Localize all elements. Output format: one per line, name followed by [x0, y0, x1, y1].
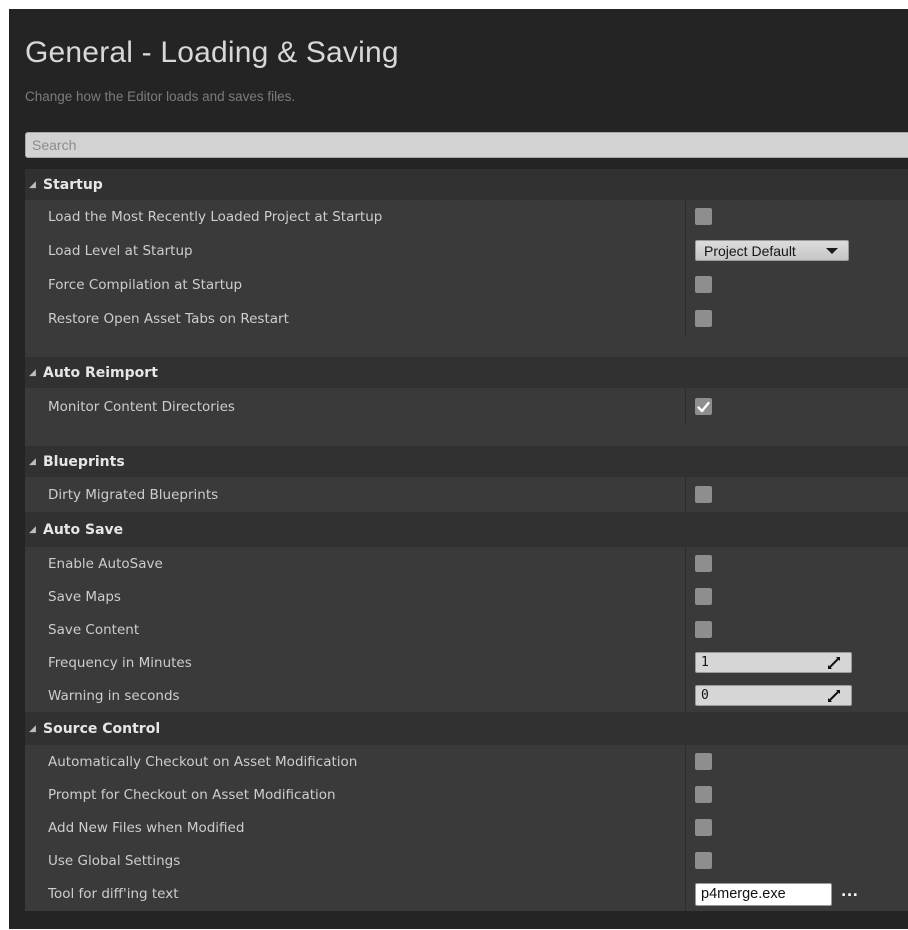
checkmark-icon [697, 401, 710, 412]
warning-spinbox[interactable]: 0 [695, 685, 852, 706]
setting-row: Frequency in Minutes 1 [25, 646, 908, 679]
setting-label: Monitor Content Directories [25, 388, 686, 425]
drag-arrows-icon[interactable] [827, 656, 841, 670]
category-source-control-header[interactable]: ◢ Source Control [25, 712, 908, 745]
setting-label: Dirty Migrated Blueprints [25, 477, 686, 512]
setting-label: Load the Most Recently Loaded Project at… [25, 200, 686, 233]
enable-autosave-checkbox[interactable] [695, 555, 712, 572]
category-title: Source Control [43, 720, 161, 737]
setting-row: Tool for diff'ing text p4merge.exe ... [25, 877, 908, 911]
category-auto-reimport-header[interactable]: ◢ Auto Reimport [25, 357, 908, 388]
category-auto-save-header[interactable]: ◢ Auto Save [25, 512, 908, 547]
setting-label: Automatically Checkout on Asset Modifica… [25, 745, 686, 778]
load-recent-project-checkbox[interactable] [695, 208, 712, 225]
page-title: General - Loading & Saving [25, 36, 399, 69]
collapse-triangle-icon: ◢ [29, 456, 36, 467]
category-footer [25, 425, 908, 446]
browse-button[interactable]: ... [841, 885, 858, 903]
auto-checkout-checkbox[interactable] [695, 753, 712, 770]
setting-label: Add New Files when Modified [25, 811, 686, 844]
load-level-dropdown[interactable]: Project Default [695, 240, 849, 261]
collapse-triangle-icon: ◢ [29, 723, 36, 734]
setting-row: Automatically Checkout on Asset Modifica… [25, 745, 908, 778]
settings-panel: ◢ Startup Load the Most Recently Loaded … [25, 169, 908, 911]
drag-arrows-icon[interactable] [827, 689, 841, 703]
save-content-checkbox[interactable] [695, 621, 712, 638]
setting-row: Restore Open Asset Tabs on Restart [25, 301, 908, 336]
category-footer [25, 336, 908, 357]
setting-row: Load Level at Startup Project Default [25, 233, 908, 268]
setting-label: Tool for diff'ing text [25, 877, 686, 911]
setting-row: Force Compilation at Startup [25, 268, 908, 301]
spinbox-value: 1 [701, 655, 709, 670]
force-compilation-checkbox[interactable] [695, 276, 712, 293]
add-new-files-checkbox[interactable] [695, 819, 712, 836]
collapse-triangle-icon: ◢ [29, 367, 36, 378]
setting-row: Add New Files when Modified [25, 811, 908, 844]
setting-label: Save Content [25, 613, 686, 646]
setting-label: Save Maps [25, 580, 686, 613]
dirty-migrated-checkbox[interactable] [695, 486, 712, 503]
diff-tool-field[interactable]: p4merge.exe [695, 882, 832, 906]
setting-label: Prompt for Checkout on Asset Modificatio… [25, 778, 686, 811]
collapse-triangle-icon: ◢ [29, 179, 36, 190]
category-title: Blueprints [43, 453, 125, 470]
setting-label: Restore Open Asset Tabs on Restart [25, 301, 686, 336]
setting-row: Dirty Migrated Blueprints [25, 477, 908, 512]
setting-row: Use Global Settings [25, 844, 908, 877]
settings-window: General - Loading & Saving Change how th… [9, 9, 908, 929]
prompt-checkout-checkbox[interactable] [695, 786, 712, 803]
setting-label: Enable AutoSave [25, 547, 686, 580]
frequency-spinbox[interactable]: 1 [695, 652, 852, 673]
save-maps-checkbox[interactable] [695, 588, 712, 605]
category-title: Auto Reimport [43, 364, 158, 381]
setting-row: Monitor Content Directories [25, 388, 908, 425]
setting-label: Frequency in Minutes [25, 646, 686, 679]
setting-label: Warning in seconds [25, 679, 686, 712]
setting-row: Enable AutoSave [25, 547, 908, 580]
dropdown-caret-icon [826, 247, 838, 254]
setting-label: Force Compilation at Startup [25, 268, 686, 301]
spinbox-value: 0 [701, 688, 709, 703]
use-global-settings-checkbox[interactable] [695, 852, 712, 869]
setting-row: Prompt for Checkout on Asset Modificatio… [25, 778, 908, 811]
collapse-triangle-icon: ◢ [29, 524, 36, 535]
search-input[interactable] [25, 132, 908, 158]
setting-row: Save Content [25, 613, 908, 646]
dropdown-value: Project Default [704, 242, 796, 259]
setting-row: Save Maps [25, 580, 908, 613]
setting-row: Load the Most Recently Loaded Project at… [25, 200, 908, 233]
category-title: Startup [43, 176, 103, 193]
setting-label: Use Global Settings [25, 844, 686, 877]
category-blueprints-header[interactable]: ◢ Blueprints [25, 446, 908, 477]
page-subtitle: Change how the Editor loads and saves fi… [25, 89, 296, 104]
category-title: Auto Save [43, 521, 124, 538]
setting-row: Warning in seconds 0 [25, 679, 908, 712]
monitor-content-checkbox[interactable] [695, 398, 712, 415]
restore-tabs-checkbox[interactable] [695, 310, 712, 327]
category-startup-header[interactable]: ◢ Startup [25, 169, 908, 200]
setting-label: Load Level at Startup [25, 233, 686, 268]
